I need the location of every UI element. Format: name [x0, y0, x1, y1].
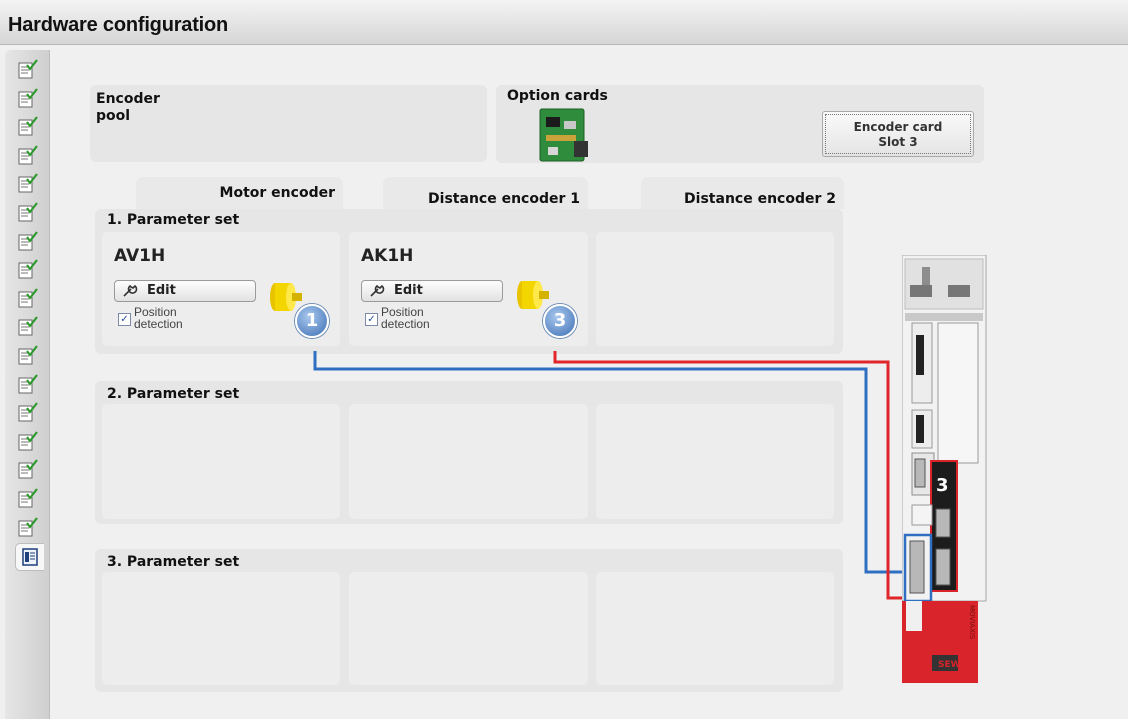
parameter-set-2-label: 2. Parameter set: [107, 386, 240, 402]
title-bar: Hardware configuration: [0, 0, 1128, 45]
checked-page-icon[interactable]: [17, 315, 39, 337]
checked-page-icon[interactable]: [17, 373, 39, 395]
current-page-icon[interactable]: [15, 543, 44, 572]
position-detection-label: Position detection: [381, 305, 430, 331]
sidebar: [5, 50, 50, 719]
param2-distance-encoder-1-cell[interactable]: [349, 404, 588, 519]
encoder-pool-label: Encoder pool: [96, 91, 160, 124]
encoder-card-line2: Slot 3: [878, 135, 918, 149]
tab-distance-encoder-2-label: Distance encoder 2: [684, 191, 836, 207]
wrench-icon: [123, 284, 138, 297]
parameter-set-1-label: 1. Parameter set: [107, 212, 240, 228]
checked-page-icon[interactable]: [17, 487, 39, 509]
edit-button[interactable]: Edit: [361, 280, 503, 302]
encoder-pool-panel: Encoder pool: [90, 85, 487, 162]
svg-text:MOVIAXIS: MOVIAXIS: [968, 605, 976, 640]
encoder-card-slot-button[interactable]: Encoder card Slot 3: [822, 111, 974, 157]
page-title: Hardware configuration: [8, 14, 229, 36]
param1-distance-encoder-1-cell[interactable]: AK1H Edit ✓ Position detection 3: [349, 232, 588, 346]
svg-text:3: 3: [936, 475, 949, 496]
edit-button[interactable]: Edit: [114, 280, 256, 302]
tab-distance-encoder-1[interactable]: Distance encoder 1: [383, 177, 588, 209]
checked-page-icon[interactable]: [17, 516, 39, 538]
wrench-icon: [370, 284, 385, 297]
checked-page-icon[interactable]: [17, 172, 39, 194]
checked-page-icon[interactable]: [17, 258, 39, 280]
checked-page-icon[interactable]: [17, 144, 39, 166]
checked-page-icon[interactable]: [17, 401, 39, 423]
checked-page-icon[interactable]: [17, 201, 39, 223]
param1-motor-encoder-cell[interactable]: AV1H Edit ✓ Position detection 1: [102, 232, 340, 346]
encoder-card-line1: Encoder card: [853, 120, 943, 134]
checked-page-icon[interactable]: [17, 230, 39, 252]
param1-distance-encoder-2-cell[interactable]: [596, 232, 834, 346]
parameter-set-3-label: 3. Parameter set: [107, 554, 240, 570]
checked-page-icon[interactable]: [17, 87, 39, 109]
tab-motor-encoder-label: Motor encoder: [219, 185, 335, 201]
tab-motor-encoder[interactable]: Motor encoder: [136, 177, 343, 209]
checked-page-icon[interactable]: [17, 458, 39, 480]
position-detection-checkbox[interactable]: ✓: [365, 313, 378, 326]
tab-distance-encoder-2[interactable]: Distance encoder 2: [641, 177, 844, 209]
param2-motor-encoder-cell[interactable]: [102, 404, 340, 519]
svg-text:SEW: SEW: [938, 660, 961, 670]
option-card-image[interactable]: [536, 107, 592, 163]
edit-label: Edit: [147, 283, 176, 298]
tab-distance-encoder-1-label: Distance encoder 1: [428, 191, 580, 207]
checked-page-icon[interactable]: [17, 115, 39, 137]
position-detection-checkbox[interactable]: ✓: [118, 313, 131, 326]
checked-page-icon[interactable]: [17, 430, 39, 452]
param2-distance-encoder-2-cell[interactable]: [596, 404, 834, 519]
encoder-number-badge: 3: [543, 304, 577, 338]
param3-distance-encoder-1-cell[interactable]: [349, 572, 588, 685]
param3-distance-encoder-2-cell[interactable]: [596, 572, 834, 685]
param3-motor-encoder-cell[interactable]: [102, 572, 340, 685]
encoder-name: AV1H: [114, 246, 166, 266]
encoder-icon: [517, 281, 549, 309]
drive-unit-image[interactable]: 3 SEW MOVIAXIS: [902, 255, 992, 683]
checked-page-icon[interactable]: [17, 58, 39, 80]
position-detection-label: Position detection: [134, 305, 183, 331]
encoder-name: AK1H: [361, 246, 414, 266]
encoder-number-badge: 1: [295, 304, 329, 338]
checked-page-icon[interactable]: [17, 344, 39, 366]
checked-page-icon[interactable]: [17, 287, 39, 309]
edit-label: Edit: [394, 283, 423, 298]
option-cards-label: Option cards: [507, 88, 608, 104]
